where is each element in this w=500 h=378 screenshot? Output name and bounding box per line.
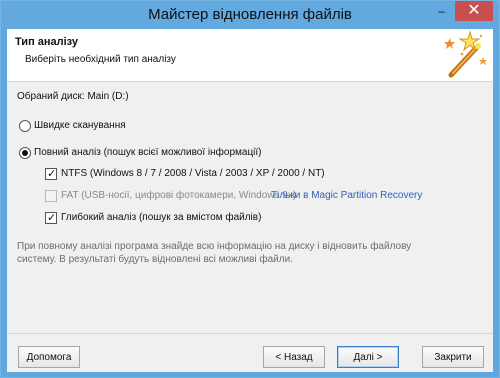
- full-analysis-radio[interactable]: [19, 147, 31, 159]
- close-window-button[interactable]: ✕: [455, 1, 493, 21]
- deep-analysis-checkbox[interactable]: [45, 211, 57, 224]
- ntfs-label[interactable]: NTFS (Windows 8 / 7 / 2008 / Vista / 200…: [61, 168, 325, 179]
- window-title: Майстер відновлення файлів: [148, 6, 352, 23]
- close-button[interactable]: Закрити: [422, 346, 484, 368]
- quick-scan-radio[interactable]: [19, 120, 31, 132]
- page-subtitle: Виберіть необхідний тип аналізу: [25, 54, 176, 65]
- wizard-header: Тип аналізу Виберіть необхідний тип анал…: [7, 29, 493, 82]
- title-bar[interactable]: Майстер відновлення файлів – ✕: [1, 1, 499, 29]
- minimize-button[interactable]: –: [429, 1, 454, 21]
- selected-disk-label: Обраний диск: Main (D:): [17, 91, 129, 102]
- wizard-footer: Допомога < Назад Далі > Закрити: [7, 333, 493, 372]
- help-button[interactable]: Допомога: [18, 346, 80, 368]
- magic-partition-recovery-link[interactable]: Тільки в Magic Partition Recovery: [271, 190, 422, 201]
- full-analysis-label[interactable]: Повний аналіз (пошук всієї можливої інфо…: [34, 147, 262, 158]
- analysis-info-text: При повному аналізі програма знайде всю …: [17, 241, 412, 265]
- deep-analysis-label[interactable]: Глибокий аналіз (пошук за вмістом файлів…: [61, 212, 261, 223]
- next-button[interactable]: Далі >: [337, 346, 399, 368]
- wizard-window: Майстер відновлення файлів – ✕ Тип аналі…: [0, 0, 500, 378]
- page-title: Тип аналізу: [15, 36, 78, 48]
- quick-scan-label[interactable]: Швидке сканування: [34, 120, 126, 131]
- back-button[interactable]: < Назад: [263, 346, 325, 368]
- fat-label: FAT (USB-носії, цифрові фотокамери, Wind…: [61, 190, 297, 201]
- ntfs-checkbox[interactable]: [45, 167, 57, 180]
- fat-checkbox: [45, 190, 57, 202]
- magic-wand-icon: [444, 30, 487, 78]
- wizard-content: Тип аналізу Виберіть необхідний тип анал…: [7, 29, 493, 372]
